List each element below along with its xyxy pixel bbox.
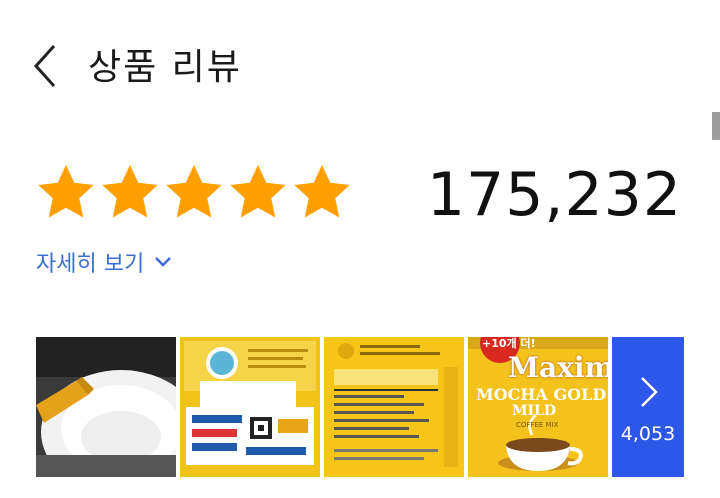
details-toggle[interactable]: 자세히 보기 xyxy=(36,246,172,278)
maxim-sub: COFFEE MIX xyxy=(516,421,559,429)
chevron-left-icon xyxy=(33,44,56,88)
chevron-down-icon xyxy=(155,257,172,267)
photo-coffee-cup[interactable] xyxy=(36,337,176,477)
maxim-badge: +10개 더! xyxy=(482,337,536,350)
star-icon xyxy=(166,165,222,218)
review-count: 175,232 xyxy=(426,160,682,230)
maxim-line2: MILD xyxy=(512,403,557,419)
star-icon xyxy=(38,165,94,218)
maxim-brand: Maxim xyxy=(508,351,608,384)
photo-nutrition-label[interactable] xyxy=(324,337,464,477)
back-button[interactable] xyxy=(28,40,68,90)
page-title: 상품 리뷰 xyxy=(88,47,242,88)
more-photos-button[interactable]: 4,053 xyxy=(612,337,684,477)
more-photos-count: 4,053 xyxy=(620,423,676,445)
maxim-line1: MOCHA GOLD xyxy=(476,385,607,404)
scrollbar[interactable] xyxy=(712,112,720,140)
details-label: 자세히 보기 xyxy=(36,252,145,277)
chevron-right-icon xyxy=(641,377,658,407)
star-icon xyxy=(102,165,158,218)
photo-box-back[interactable] xyxy=(180,337,320,477)
header: 상품 리뷰 xyxy=(0,0,720,120)
rating-stars xyxy=(36,162,352,222)
star-icon xyxy=(294,165,350,218)
star-icon xyxy=(230,165,286,218)
photo-strip: +10개 더! Maxim MOCHA GOLD MILD COFFEE MIX… xyxy=(36,337,684,477)
photo-maxim-box[interactable]: +10개 더! Maxim MOCHA GOLD MILD COFFEE MIX xyxy=(468,337,608,477)
